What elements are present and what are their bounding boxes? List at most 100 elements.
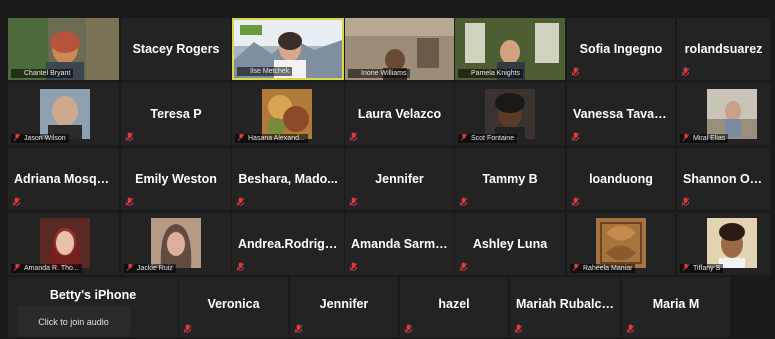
participant-name-label: Chantel Bryant xyxy=(11,69,74,78)
video-tile-jason-wilson[interactable]: Jason Wilson xyxy=(8,83,119,145)
participant-video xyxy=(40,218,90,268)
participant-video xyxy=(596,218,646,268)
mic-muted-icon xyxy=(404,324,413,333)
participant-name-label: Tiffany S xyxy=(680,264,724,273)
mic-muted-icon xyxy=(349,197,358,206)
participant-name-label: Jason Wilson xyxy=(11,134,69,143)
participant-video xyxy=(40,89,90,139)
participant-name-label: Jackie Ruiz xyxy=(124,264,176,273)
participant-name: Emily Weston xyxy=(135,172,217,186)
video-tile-sofia-ingegno[interactable]: Sofia Ingegno xyxy=(567,18,675,80)
participant-name: Stacey Rogers xyxy=(132,42,220,56)
video-tile-jackie-ruiz[interactable]: Jackie Ruiz xyxy=(121,213,231,275)
video-tile-veronica[interactable]: Veronica xyxy=(179,277,288,337)
participant-name-label: Miral Elias xyxy=(680,134,729,143)
participant-name: Tammy B xyxy=(482,172,538,186)
video-tile-maria-m[interactable]: Maria M xyxy=(622,277,730,337)
mic-muted-icon xyxy=(236,262,245,271)
mic-muted-icon xyxy=(294,324,303,333)
mic-muted-icon xyxy=(459,262,468,271)
video-tile-jennifer-1[interactable]: Jennifer xyxy=(345,148,454,210)
video-tile-scot-fontaine[interactable]: Scot Fontaine xyxy=(455,83,565,145)
video-tile-inone-williams[interactable]: Inone Williams xyxy=(345,18,454,80)
video-tile-loanduong[interactable]: loanduong xyxy=(567,148,675,210)
participant-name: Teresa P xyxy=(150,107,202,121)
participant-name: Jennifer xyxy=(319,297,369,311)
video-tile-beshara[interactable]: Beshara, Mado... xyxy=(232,148,344,210)
mic-muted-icon xyxy=(125,132,134,141)
video-tile-jennifer-2[interactable]: Jennifer xyxy=(290,277,398,337)
participant-name: Jennifer xyxy=(375,172,424,186)
video-tile-tammy-b[interactable]: Tammy B xyxy=(455,148,565,210)
mic-muted-icon xyxy=(681,67,690,76)
mic-muted-icon xyxy=(13,134,21,141)
participant-name: Betty's iPhone xyxy=(49,288,137,302)
mic-muted-icon xyxy=(514,324,523,333)
video-tile-adriana[interactable]: Adriana Mosqu... xyxy=(8,148,119,210)
mic-muted-icon xyxy=(125,197,134,206)
participant-name-label: Amanda R. Tho... xyxy=(11,264,82,273)
participant-name-label: Ilse Metchek xyxy=(237,67,293,76)
participant-name: Mariah Rubalcava xyxy=(516,297,620,311)
mic-muted-icon xyxy=(571,67,580,76)
participant-name: Vanessa Tavarez xyxy=(573,107,673,121)
participant-name-label: Pamela Knights xyxy=(458,69,524,78)
video-tile-shannon-ortiz[interactable]: Shannon Ortiz xyxy=(677,148,770,210)
video-tile-chantel-bryant[interactable]: Chantel Bryant xyxy=(8,18,119,80)
video-tile-amanda-r[interactable]: Amanda R. Tho... xyxy=(8,213,119,275)
participant-name: Adriana Mosqu... xyxy=(14,172,115,186)
video-tile-amanda-sarmiento[interactable]: Amanda Sarmie... xyxy=(345,213,454,275)
participant-name: Shannon Ortiz xyxy=(683,172,769,186)
video-tile-vanessa-tavarez[interactable]: Vanessa Tavarez xyxy=(567,83,675,145)
participant-name: Maria M xyxy=(652,297,700,311)
video-tile-raheela-maniar[interactable]: Raheela Maniar xyxy=(567,213,675,275)
participant-video xyxy=(262,89,312,139)
participant-video xyxy=(151,218,201,268)
video-tile-laura-velazco[interactable]: Laura Velazco xyxy=(345,83,454,145)
participant-name: Ashley Luna xyxy=(472,237,548,251)
video-tile-tiffany-s[interactable]: Tiffany S xyxy=(677,213,770,275)
participant-name: Sofia Ingegno xyxy=(579,42,663,56)
video-tile-hazel[interactable]: hazel xyxy=(400,277,508,337)
mic-muted-icon xyxy=(460,134,468,141)
participant-name: Beshara, Mado... xyxy=(238,172,338,186)
video-tile-stacey-rogers[interactable]: Stacey Rogers xyxy=(121,18,231,80)
mic-muted-icon xyxy=(681,197,690,206)
video-tile-miral-elias[interactable]: Miral Elias xyxy=(677,83,770,145)
participant-name-label: Scot Fontaine xyxy=(458,134,518,143)
join-audio-button[interactable]: Click to join audio xyxy=(17,306,130,337)
video-tile-rolandsuarez[interactable]: rolandsuarez xyxy=(677,18,770,80)
video-tile-pamela-knights[interactable]: Pamela Knights xyxy=(455,18,565,80)
video-tile-hasana[interactable]: Hasana Alexand... xyxy=(232,83,344,145)
participant-name-label: Inone Williams xyxy=(348,69,410,78)
video-tile-andrea-rodriguez[interactable]: Andrea.Rodrigu... xyxy=(232,213,344,275)
participant-name: Veronica xyxy=(207,297,260,311)
mic-muted-icon xyxy=(349,262,358,271)
video-tile-mariah-rubalcava[interactable]: Mariah Rubalcava xyxy=(510,277,620,337)
participant-name: hazel xyxy=(438,297,470,311)
participant-video xyxy=(485,89,535,139)
mic-muted-icon xyxy=(572,264,580,271)
mic-muted-icon xyxy=(349,132,358,141)
mic-muted-icon xyxy=(237,134,245,141)
mic-muted-icon xyxy=(126,264,134,271)
participant-video xyxy=(707,89,757,139)
participant-name: rolandsuarez xyxy=(684,42,763,56)
participant-video xyxy=(707,218,757,268)
mic-muted-icon xyxy=(571,197,580,206)
mic-muted-icon xyxy=(571,132,580,141)
video-tile-ilse-metchek[interactable]: Ilse Metchek xyxy=(232,18,344,80)
mic-muted-icon xyxy=(682,134,690,141)
mic-muted-icon xyxy=(459,197,468,206)
participant-name: Andrea.Rodrigu... xyxy=(238,237,343,251)
join-audio-label: Click to join audio xyxy=(38,316,109,327)
participant-name-label: Raheela Maniar xyxy=(570,264,636,273)
mic-muted-icon xyxy=(682,264,690,271)
mic-muted-icon xyxy=(626,324,635,333)
gallery-view: Chantel Bryant Stacey Rogers Ilse Metche… xyxy=(0,0,775,339)
video-tile-emily-weston[interactable]: Emily Weston xyxy=(121,148,231,210)
video-tile-teresa-p[interactable]: Teresa P xyxy=(121,83,231,145)
mic-muted-icon xyxy=(236,197,245,206)
video-tile-ashley-luna[interactable]: Ashley Luna xyxy=(455,213,565,275)
mic-muted-icon xyxy=(183,324,192,333)
